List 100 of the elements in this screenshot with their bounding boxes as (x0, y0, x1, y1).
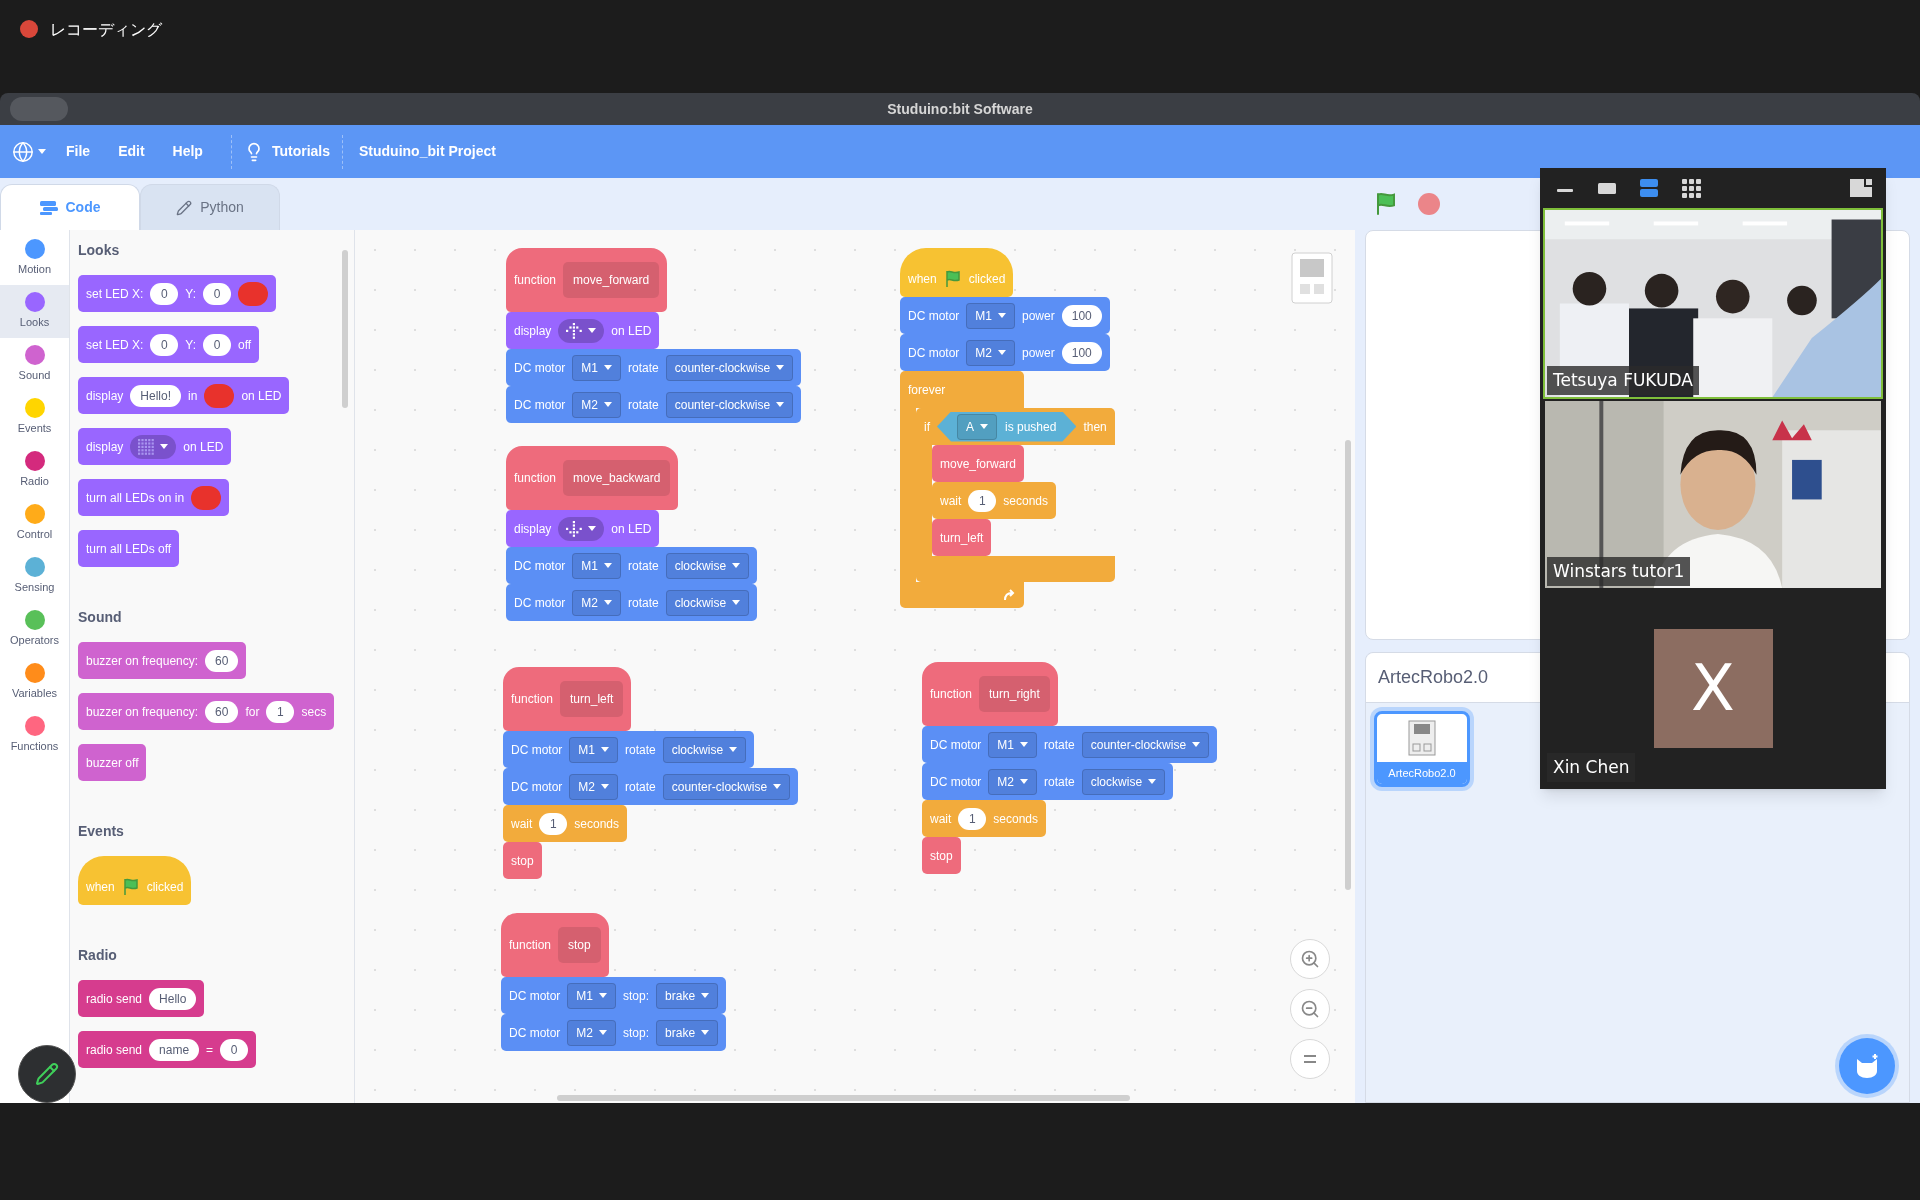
dropdown-menu[interactable]: M1 (572, 354, 621, 381)
led-pattern-menu[interactable] (558, 318, 605, 343)
code-block[interactable]: DC motor M2 rotate counter-clockwise (506, 386, 802, 423)
loop-block-header[interactable]: if A is pushed then (916, 408, 1115, 445)
menu-item[interactable]: Help (172, 141, 203, 162)
function-name[interactable]: move_backward (563, 460, 671, 496)
category-item[interactable]: Functions (0, 709, 69, 762)
dropdown-menu[interactable]: M2 (572, 391, 621, 418)
function-name[interactable]: turn_left (560, 681, 624, 717)
dropdown-menu[interactable]: A (957, 413, 997, 440)
code-block[interactable]: DC motor M2 rotate clockwise (506, 584, 758, 621)
code-block[interactable]: buzzer on frequency: 60 (78, 642, 247, 679)
editor-tab[interactable]: Python (140, 184, 280, 230)
menu-item[interactable]: Edit (118, 141, 145, 162)
zoom-in-button[interactable] (1290, 939, 1330, 979)
dropdown-menu[interactable]: clockwise (662, 736, 747, 763)
dropdown-menu[interactable]: brake (656, 1019, 719, 1046)
code-block[interactable]: DC motor M1 rotate counter-clockwise (922, 726, 1218, 763)
language-menu[interactable] (12, 140, 46, 163)
device-thumbnail-icon[interactable] (1291, 252, 1333, 304)
tutorials-button[interactable]: Tutorials (243, 141, 330, 162)
color-swatch[interactable] (191, 485, 222, 510)
code-block[interactable]: stop (503, 842, 542, 879)
number-input[interactable]: 0 (203, 282, 232, 305)
reset-zoom-button[interactable] (1290, 1039, 1330, 1079)
dropdown-menu[interactable]: M1 (988, 731, 1037, 758)
screen-share-button[interactable] (10, 97, 68, 121)
dropdown-menu[interactable]: M2 (966, 339, 1015, 366)
code-block[interactable]: turn_left (932, 519, 992, 556)
text-input[interactable]: Hello! (130, 384, 182, 407)
dropdown-menu[interactable]: counter-clockwise (1081, 731, 1210, 758)
add-sprite-button[interactable] (1839, 1038, 1895, 1094)
category-item[interactable]: Variables (0, 656, 69, 709)
code-block[interactable]: DC motor M2 power 100 (900, 334, 1110, 371)
function-definition-block[interactable]: function move_forward (506, 248, 668, 312)
number-input[interactable]: 1 (968, 489, 997, 512)
dropdown-menu[interactable]: M2 (567, 1019, 616, 1046)
number-input[interactable]: 100 (1061, 304, 1102, 327)
color-swatch[interactable] (238, 281, 269, 306)
code-block[interactable]: DC motor M1 rotate counter-clockwise (506, 349, 802, 386)
category-item[interactable]: Motion (0, 232, 69, 285)
code-block[interactable]: display on LED (506, 312, 660, 349)
vertical-scrollbar[interactable] (1345, 440, 1351, 890)
editor-tab[interactable]: Code (0, 184, 140, 230)
stop-button[interactable] (1418, 193, 1440, 215)
dropdown-menu[interactable]: M1 (569, 736, 618, 763)
grid-view-icon[interactable] (1679, 176, 1703, 200)
number-input[interactable]: 0 (203, 333, 232, 356)
code-block[interactable]: radio send name = 0 (78, 1031, 257, 1068)
horizontal-scrollbar[interactable] (557, 1095, 1130, 1101)
code-block[interactable]: turn all LEDs off (78, 530, 180, 567)
dropdown-menu[interactable]: counter-clockwise (665, 391, 794, 418)
code-block[interactable]: set LED X: 0 Y: 0 off (78, 326, 260, 363)
number-input[interactable]: 100 (1061, 341, 1102, 364)
code-block[interactable]: DC motor M2 rotate counter-clockwise (503, 768, 799, 805)
code-block[interactable]: buzzer on frequency: 60 for 1 secs (78, 693, 335, 730)
function-name[interactable]: stop (558, 927, 601, 963)
category-item[interactable]: Looks (0, 285, 69, 338)
category-item[interactable]: Control (0, 497, 69, 550)
number-input[interactable]: 60 (205, 700, 239, 723)
category-item[interactable]: Sensing (0, 550, 69, 603)
number-input[interactable]: 0 (150, 333, 179, 356)
code-block[interactable]: DC motor M1 rotate clockwise (506, 547, 758, 584)
project-title[interactable]: Studuino_bit Project (359, 141, 496, 162)
category-item[interactable]: Operators (0, 603, 69, 656)
code-block[interactable]: display Hello! in on LED (78, 377, 290, 414)
dropdown-menu[interactable]: M2 (569, 773, 618, 800)
code-block[interactable]: turn all LEDs on in (78, 479, 230, 516)
dropdown-menu[interactable]: M1 (567, 982, 616, 1009)
function-name[interactable]: move_forward (563, 262, 660, 298)
dropdown-menu[interactable]: M1 (966, 302, 1015, 329)
code-block[interactable]: radio send Hello (78, 980, 205, 1017)
run-button[interactable] (1374, 192, 1398, 216)
dropdown-menu[interactable]: brake (656, 982, 719, 1009)
code-block[interactable]: wait 1 seconds (922, 800, 1047, 837)
condition-block[interactable]: A is pushed (937, 411, 1077, 442)
dropdown-menu[interactable]: counter-clockwise (665, 354, 794, 381)
function-name[interactable]: turn_right (979, 676, 1050, 712)
dropdown-menu[interactable]: clockwise (1081, 768, 1166, 795)
dropdown-menu[interactable]: clockwise (665, 589, 750, 616)
color-swatch[interactable] (204, 383, 235, 408)
number-input[interactable]: 0 (150, 282, 179, 305)
dropdown-menu[interactable]: counter-clockwise (662, 773, 791, 800)
code-block[interactable]: DC motor M1 power 100 (900, 297, 1110, 334)
number-input[interactable]: 1 (266, 700, 295, 723)
dropdown-menu[interactable]: M2 (572, 589, 621, 616)
zoom-out-button[interactable] (1290, 989, 1330, 1029)
loop-block-header[interactable]: forever (900, 371, 1024, 408)
category-item[interactable]: Radio (0, 444, 69, 497)
led-pattern-menu[interactable] (558, 516, 605, 541)
dropdown-menu[interactable]: clockwise (665, 552, 750, 579)
code-block[interactable]: DC motor M1 rotate clockwise (503, 731, 755, 768)
code-block[interactable]: DC motor M2 rotate clockwise (922, 763, 1174, 800)
function-definition-block[interactable]: function stop (501, 913, 609, 977)
number-input[interactable]: 1 (958, 807, 987, 830)
code-block[interactable]: wait 1 seconds (503, 805, 628, 842)
function-definition-block[interactable]: function move_backward (506, 446, 679, 510)
code-block[interactable]: stop (922, 837, 961, 874)
code-block[interactable]: DC motor M1 stop: brake (501, 977, 727, 1014)
category-item[interactable]: Sound (0, 338, 69, 391)
